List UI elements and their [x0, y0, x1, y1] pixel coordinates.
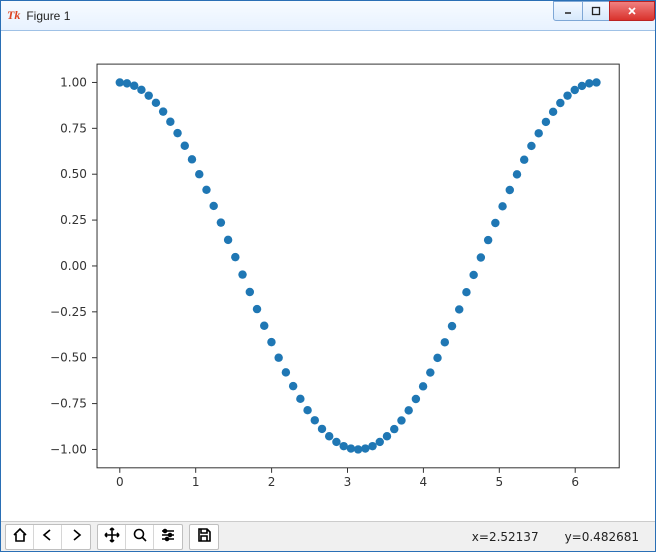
svg-text:0.50: 0.50: [60, 167, 87, 181]
svg-text:2: 2: [268, 475, 276, 489]
svg-text:0.25: 0.25: [60, 213, 87, 227]
pan-button[interactable]: [98, 525, 126, 549]
minimize-button[interactable]: [553, 1, 583, 21]
svg-text:0.75: 0.75: [60, 121, 87, 135]
nav-group-1: [5, 524, 91, 550]
zoom-button[interactable]: [126, 525, 154, 549]
svg-text:4: 4: [420, 475, 428, 489]
magnify-icon: [132, 527, 148, 546]
save-icon: [196, 527, 212, 546]
home-icon: [12, 527, 28, 546]
svg-text:1: 1: [192, 475, 200, 489]
save-button[interactable]: [190, 525, 218, 549]
nav-toolbar: x=2.52137 y=0.482681: [1, 521, 655, 551]
arrow-right-icon: [68, 527, 84, 546]
svg-text:0: 0: [116, 475, 124, 489]
window-title: Figure 1: [26, 9, 70, 23]
svg-text:6: 6: [571, 475, 579, 489]
coord-y: y=0.482681: [565, 530, 639, 544]
titlebar[interactable]: Tk Figure 1: [1, 1, 655, 31]
back-button[interactable]: [34, 525, 62, 549]
tk-icon: Tk: [7, 8, 20, 23]
svg-text:1.00: 1.00: [60, 75, 87, 89]
svg-text:−1.00: −1.00: [50, 442, 87, 456]
plot-area[interactable]: 0 1 2 3 4 5 6 −1.00 −0.75 −0.50 −0.25 0.00 0.25 0.50 0…: [9, 39, 647, 513]
sliders-icon: [160, 527, 176, 546]
svg-text:5: 5: [495, 475, 503, 489]
coord-x: x=2.52137: [472, 530, 539, 544]
forward-button[interactable]: [62, 525, 90, 549]
plot-canvas[interactable]: 0 1 2 3 4 5 6 −1.00 −0.75 −0.50 −0.25 0.00 0.25 0.50 0…: [9, 39, 647, 513]
nav-group-3: [189, 524, 219, 550]
svg-text:−0.75: −0.75: [50, 397, 87, 411]
arrow-left-icon: [40, 527, 56, 546]
maximize-button[interactable]: [582, 1, 610, 21]
close-button[interactable]: [609, 1, 655, 21]
home-button[interactable]: [6, 525, 34, 549]
plot-content: 0 1 2 3 4 5 6 −1.00 −0.75 −0.50 −0.25 0.00 0.25 0.50 0…: [1, 31, 655, 521]
window-controls: [554, 1, 655, 21]
move-icon: [104, 527, 120, 546]
svg-text:−0.50: −0.50: [50, 351, 87, 365]
cursor-coordinates: x=2.52137 y=0.482681: [472, 530, 651, 544]
nav-group-2: [97, 524, 183, 550]
figure-window: Tk Figure 1 0123456−1.00−0.75−0.50−0.250…: [0, 0, 656, 552]
configure-button[interactable]: [154, 525, 182, 549]
svg-text:3: 3: [344, 475, 352, 489]
svg-text:0.00: 0.00: [60, 259, 87, 273]
svg-text:−0.25: −0.25: [50, 305, 87, 319]
